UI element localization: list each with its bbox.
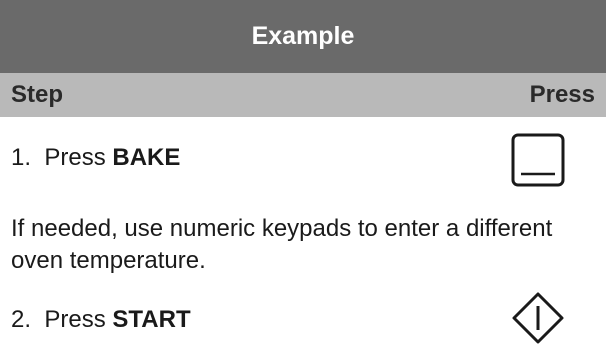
bake-button-icon	[511, 133, 565, 187]
step-2-key: START	[112, 306, 191, 333]
step-1-key: BAKE	[112, 144, 181, 171]
step-column-header: Step	[11, 81, 64, 108]
step-2-prefix: Press	[44, 306, 106, 333]
page-title: Example	[251, 22, 355, 50]
step-note: If needed, use numeric keypads to enter …	[11, 215, 553, 274]
step-1-number: 1.	[11, 144, 32, 171]
step-1-prefix: Press	[44, 144, 106, 171]
step-2-number: 2.	[11, 306, 32, 333]
step-1-text: 1. Press BAKE	[11, 144, 180, 172]
title-bar: Example	[0, 0, 606, 73]
start-button-icon	[512, 292, 564, 344]
table-header: Step Press	[0, 73, 606, 117]
step-2-text: 2. Press START	[11, 306, 191, 334]
press-column-header: Press	[529, 81, 595, 108]
